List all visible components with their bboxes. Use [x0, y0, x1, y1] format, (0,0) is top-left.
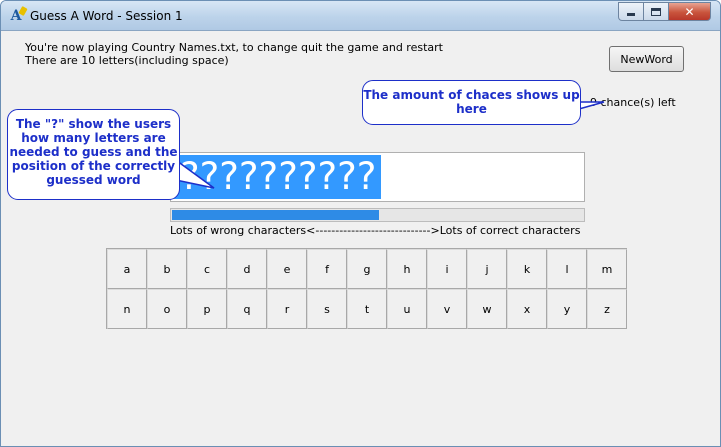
game-info: You're now playing Country Names.txt, to…	[25, 41, 443, 67]
maximize-icon	[651, 7, 661, 16]
callout-word-line1: The "?" show the users	[15, 117, 172, 131]
letter-keyboard: abcdefghijklm nopqrstuvwxyz	[106, 248, 627, 329]
callout-chances-note: The amount of chaces shows up here	[362, 80, 581, 125]
correctness-progress-bar	[170, 208, 585, 222]
letter-key-h[interactable]: h	[387, 249, 427, 289]
letter-key-v[interactable]: v	[427, 289, 467, 329]
minimize-icon	[627, 13, 635, 16]
letter-key-c[interactable]: c	[187, 249, 227, 289]
title-bar[interactable]: A Guess A Word - Session 1 ✕	[1, 1, 720, 31]
letter-key-e[interactable]: e	[267, 249, 307, 289]
letter-key-j[interactable]: j	[467, 249, 507, 289]
maximize-button[interactable]	[643, 2, 669, 21]
letter-key-m[interactable]: m	[587, 249, 627, 289]
info-line-session: You're now playing Country Names.txt, to…	[25, 41, 443, 54]
newword-button[interactable]: NewWord	[609, 46, 684, 72]
letter-key-y[interactable]: y	[547, 289, 587, 329]
info-line-letter-count: There are 10 letters(including space)	[25, 54, 229, 67]
callout-word-line4: position of the correctly	[11, 159, 176, 173]
letter-key-i[interactable]: i	[427, 249, 467, 289]
progress-fill	[172, 210, 379, 220]
letter-key-l[interactable]: l	[547, 249, 587, 289]
letter-key-s[interactable]: s	[307, 289, 347, 329]
letter-key-r[interactable]: r	[267, 289, 307, 329]
letter-key-a[interactable]: a	[107, 249, 147, 289]
word-display-box: ??????????	[170, 152, 585, 202]
callout-word-line2: how many letters are	[21, 131, 166, 145]
callout-word-line3: needed to guess and the	[9, 145, 178, 159]
letter-key-o[interactable]: o	[147, 289, 187, 329]
letter-key-k[interactable]: k	[507, 249, 547, 289]
callout-chances-line1: The amount of chaces shows up	[363, 88, 580, 102]
letter-key-q[interactable]: q	[227, 289, 267, 329]
close-button[interactable]: ✕	[668, 2, 711, 21]
letter-key-p[interactable]: p	[187, 289, 227, 329]
hidden-word-text: ??????????	[174, 155, 382, 199]
window-controls: ✕	[618, 2, 711, 22]
letter-key-d[interactable]: d	[227, 249, 267, 289]
letter-key-t[interactable]: t	[347, 289, 387, 329]
letter-key-n[interactable]: n	[107, 289, 147, 329]
progress-scale-label: Lots of wrong characters<---------------…	[170, 224, 581, 237]
callout-chances-line2: here	[456, 102, 487, 116]
letter-key-g[interactable]: g	[347, 249, 387, 289]
letter-key-b[interactable]: b	[147, 249, 187, 289]
chances-left-label: 9 chance(s) left	[590, 96, 676, 109]
window-title: Guess A Word - Session 1	[30, 9, 183, 23]
callout-word-note: The "?" show the users how many letters …	[7, 109, 180, 200]
letter-key-z[interactable]: z	[587, 289, 627, 329]
letter-key-u[interactable]: u	[387, 289, 427, 329]
letter-key-w[interactable]: w	[467, 289, 507, 329]
minimize-button[interactable]	[618, 2, 644, 21]
app-letter-icon[interactable]: A	[8, 8, 24, 24]
close-icon: ✕	[684, 4, 695, 19]
app-window: A Guess A Word - Session 1 ✕ You're now …	[0, 0, 721, 447]
letter-key-x[interactable]: x	[507, 289, 547, 329]
callout-word-line5: guessed word	[46, 173, 141, 187]
letter-key-f[interactable]: f	[307, 249, 347, 289]
